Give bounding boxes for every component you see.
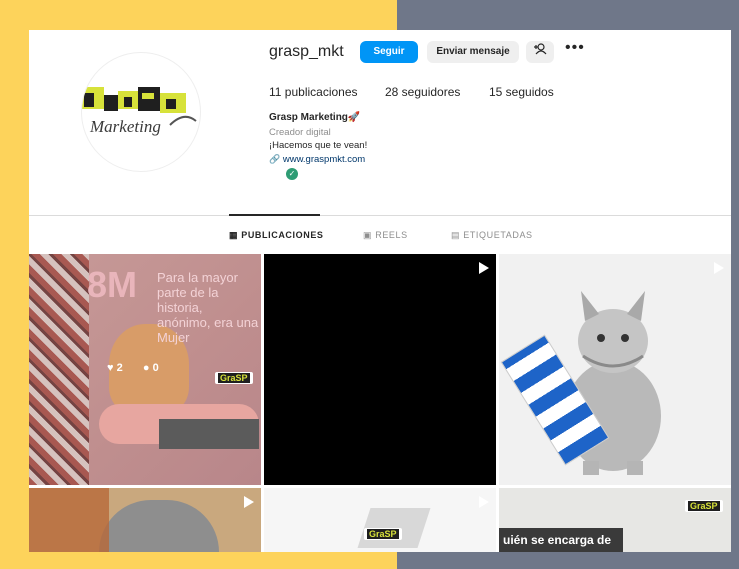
heart-icon: ♥ [107, 362, 114, 374]
verified-icon: ✓ [286, 168, 298, 180]
comment-icon: ● [142, 362, 150, 374]
instagram-profile: Marketing grasp_mkt Seguir Enviar mensaj… [29, 30, 731, 552]
active-tab-indicator [229, 214, 320, 216]
tab-publicaciones[interactable]: ▦ PUBLICACIONES [229, 230, 324, 241]
bio-name: Grasp Marketing🚀 [269, 112, 361, 123]
link-icon: 🔗 [269, 154, 281, 164]
bio-category: Creador digital [269, 127, 331, 138]
tag-icon: ▤ [451, 230, 461, 240]
reel-play-icon [479, 496, 489, 508]
svg-text:Marketing: Marketing [89, 117, 161, 136]
reel-play-icon [244, 496, 254, 508]
tabs-divider [29, 215, 731, 216]
post-text: Para la mayor parte de la historia, anón… [157, 270, 259, 345]
post-tile-4[interactable] [29, 488, 261, 552]
post-logo: GraSP [215, 372, 253, 384]
tab-label: ETIQUETADAS [463, 230, 533, 240]
follow-button[interactable]: Seguir [360, 41, 418, 63]
tab-etiquetadas[interactable]: ▤ ETIQUETADAS [451, 230, 533, 241]
reel-play-icon [714, 262, 724, 274]
posts-count: 11 publicaciones [269, 85, 358, 99]
tab-reels[interactable]: ▣ REELS [363, 230, 408, 241]
post-stats: ♥ 2 ● 0 [107, 362, 159, 374]
tab-label: PUBLICACIONES [241, 230, 324, 240]
likes-count: 2 [116, 362, 123, 374]
comments-count: 0 [152, 362, 159, 374]
post-image-blanket [99, 500, 219, 552]
post-tile-2[interactable] [264, 254, 496, 485]
add-user-icon [533, 43, 547, 58]
username: grasp_mkt [269, 43, 344, 60]
post-logo: GraSP [364, 528, 402, 540]
bio-text: ¡Hacemos que te vean! [269, 140, 368, 151]
more-options-button[interactable]: ••• [565, 39, 585, 57]
tab-label: REELS [375, 230, 408, 240]
post-image-shirt [29, 254, 89, 485]
grid-icon: ▦ [229, 230, 239, 240]
avatar[interactable]: Marketing [81, 52, 201, 172]
grasp-logo: Marketing [82, 85, 200, 145]
post-tile-6[interactable]: GraSP uién se encarga de [499, 488, 731, 552]
post-tile-3[interactable] [499, 254, 731, 485]
post-tile-1[interactable]: 8M Para la mayor parte de la historia, a… [29, 254, 261, 485]
bio-link-text: www.graspmkt.com [282, 154, 366, 165]
post-image-laptop [159, 419, 259, 449]
send-message-button[interactable]: Enviar mensaje [427, 41, 519, 63]
followers-count[interactable]: 28 seguidores [385, 85, 460, 99]
post-caption: uién se encarga de [499, 528, 623, 552]
post-tile-5[interactable]: GraSP [264, 488, 496, 552]
reels-icon: ▣ [363, 230, 373, 240]
reel-play-icon [479, 262, 489, 274]
post-image-couch [29, 488, 109, 552]
post-headline: 8M [87, 264, 138, 305]
post-logo: GraSP [685, 500, 723, 512]
bio-link[interactable]: 🔗 www.graspmkt.com [269, 154, 365, 165]
following-count[interactable]: 15 seguidos [489, 85, 554, 99]
add-user-button[interactable] [526, 41, 554, 63]
